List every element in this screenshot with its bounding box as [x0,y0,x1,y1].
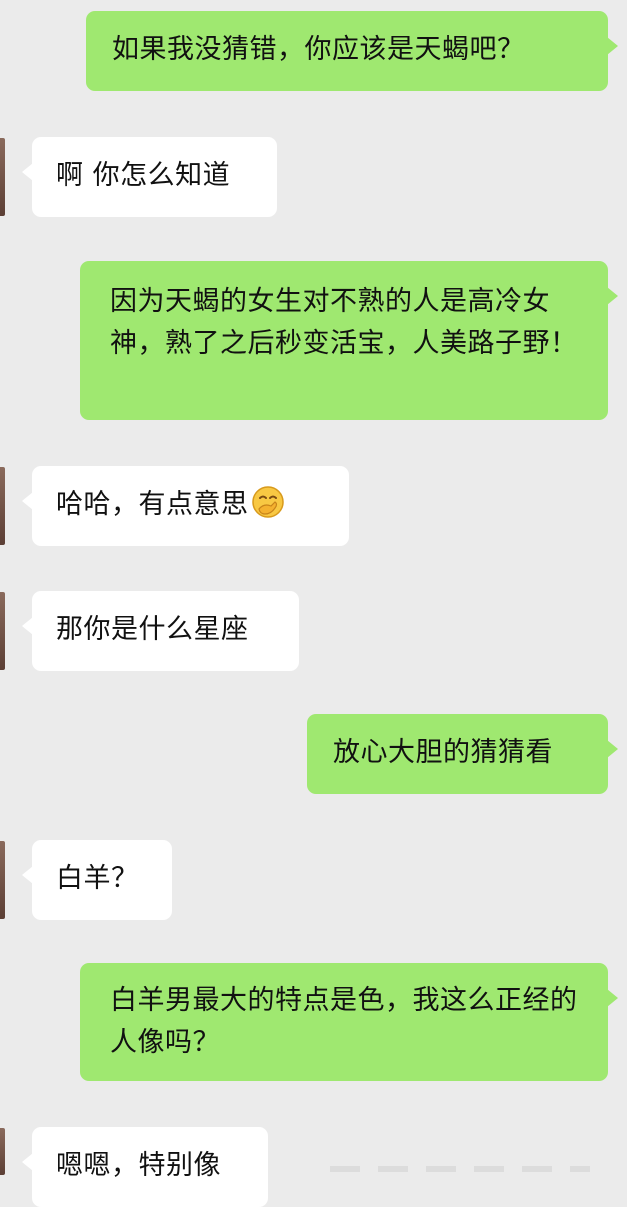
avatar[interactable] [0,841,5,919]
message-bubble-incoming[interactable]: 那你是什么星座 [22,591,299,671]
message-bubble-incoming[interactable]: 嗯嗯，特别像 [22,1127,268,1207]
hand-over-mouth-emoji-icon [251,485,285,532]
watermark [330,1166,590,1172]
avatar[interactable] [0,138,5,216]
message-bubble-outgoing[interactable]: 放心大胆的猜猜看 [307,714,618,794]
message-bubble-incoming[interactable]: 啊 你怎么知道 [22,137,277,217]
avatar[interactable] [0,467,5,545]
message-bubble-incoming[interactable]: 白羊？ [22,840,172,920]
message-text: 放心大胆的猜猜看 [333,737,553,768]
message-text: 白羊？ [56,863,139,894]
message-text: 因为天蝎的女生对不熟的人是高冷女神，熟了之后秒变活宝，人美路子野！ [110,286,578,359]
message-text: 嗯嗯，特别像 [56,1150,221,1181]
message-text: 哈哈，有点意思 [56,489,249,520]
message-text: 啊 你怎么知道 [56,160,231,191]
message-bubble-outgoing[interactable]: 因为天蝎的女生对不熟的人是高冷女神，熟了之后秒变活宝，人美路子野！ [80,261,618,420]
message-bubble-outgoing[interactable]: 如果我没猜错，你应该是天蝎吧？ [86,11,618,91]
avatar[interactable] [0,592,5,670]
message-bubble-incoming[interactable]: 哈哈，有点意思 [22,466,349,546]
message-text: 白羊男最大的特点是色，我这么正经的人像吗？ [110,985,578,1058]
message-text: 如果我没猜错，你应该是天蝎吧？ [112,34,525,65]
message-text: 那你是什么星座 [56,614,249,645]
message-bubble-outgoing[interactable]: 白羊男最大的特点是色，我这么正经的人像吗？ [80,963,618,1081]
avatar[interactable] [0,1128,5,1175]
